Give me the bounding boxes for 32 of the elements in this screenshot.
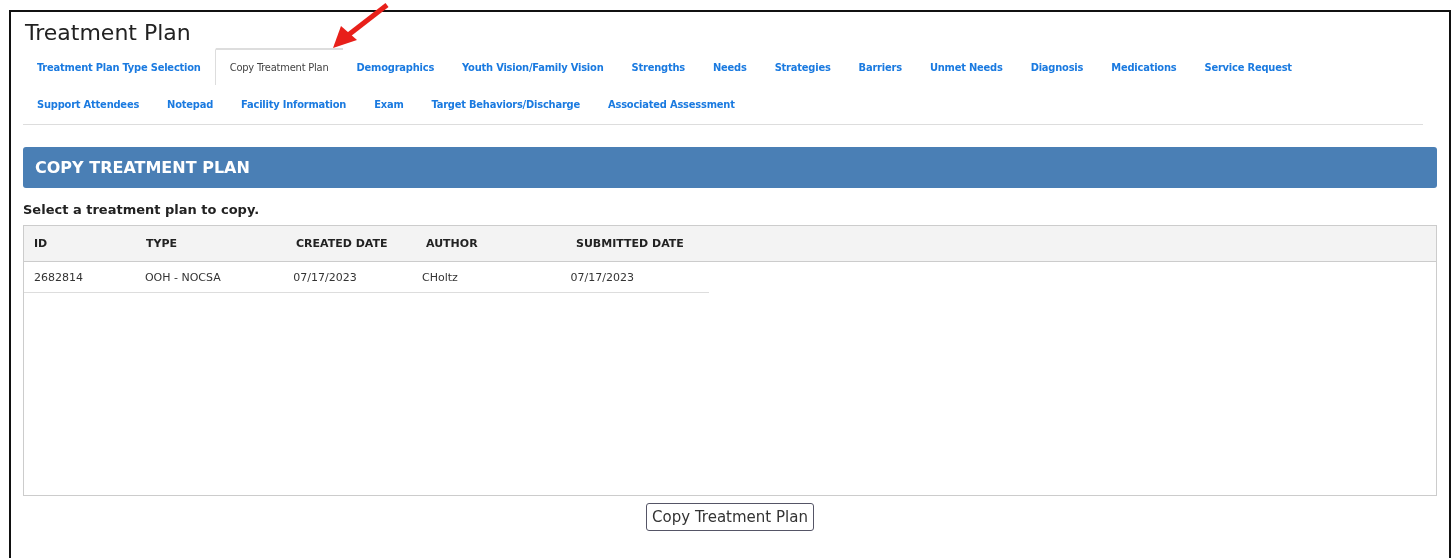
tab[interactable]: Youth Vision/Family Vision (448, 48, 618, 85)
table-cell-text: 07/17/2023 (292, 270, 358, 284)
column-header[interactable]: AUTHOR (416, 237, 566, 250)
tab[interactable]: Strengths (617, 48, 699, 85)
column-header[interactable]: CREATED DATE (286, 237, 416, 250)
column-header[interactable]: TYPE (136, 237, 286, 250)
table-cell-text: 2682814 (33, 270, 84, 284)
tab[interactable]: Demographics (342, 48, 449, 85)
tab[interactable]: Barriers (844, 48, 916, 85)
tab[interactable]: Treatment Plan Type Selection (23, 48, 216, 85)
tab[interactable]: Facility Information (227, 85, 361, 122)
tab[interactable]: Medications (1097, 48, 1191, 85)
column-header[interactable]: SUBMITTED DATE (566, 237, 716, 250)
tab[interactable]: Associated Assessment (594, 85, 749, 122)
table-cell-text: 07/17/2023 (569, 270, 635, 284)
table-cell-text: CHoltz (421, 270, 459, 284)
tab[interactable]: Notepad (153, 85, 228, 122)
tab[interactable]: Needs (698, 48, 761, 85)
tab[interactable]: Target Behaviors/Discharge (417, 85, 594, 122)
table-cell-text: OOH - NOCSA (143, 270, 222, 284)
tab[interactable]: Exam (360, 85, 418, 122)
tab[interactable]: Copy Treatment Plan (215, 48, 343, 85)
tab[interactable]: Support Attendees (23, 85, 154, 122)
page-title: Treatment Plan (25, 19, 191, 47)
instruction-text: Select a treatment plan to copy. (23, 202, 261, 217)
tab[interactable]: Unmet Needs (915, 48, 1017, 85)
column-header[interactable]: ID (24, 237, 136, 250)
copy-button[interactable]: Copy Treatment Plan (646, 503, 814, 531)
panel-header: COPY TREATMENT PLAN (23, 147, 1437, 188)
tab[interactable]: Strategies (760, 48, 845, 85)
tab[interactable]: Diagnosis (1016, 48, 1098, 85)
tab[interactable]: Service Request (1190, 48, 1306, 85)
